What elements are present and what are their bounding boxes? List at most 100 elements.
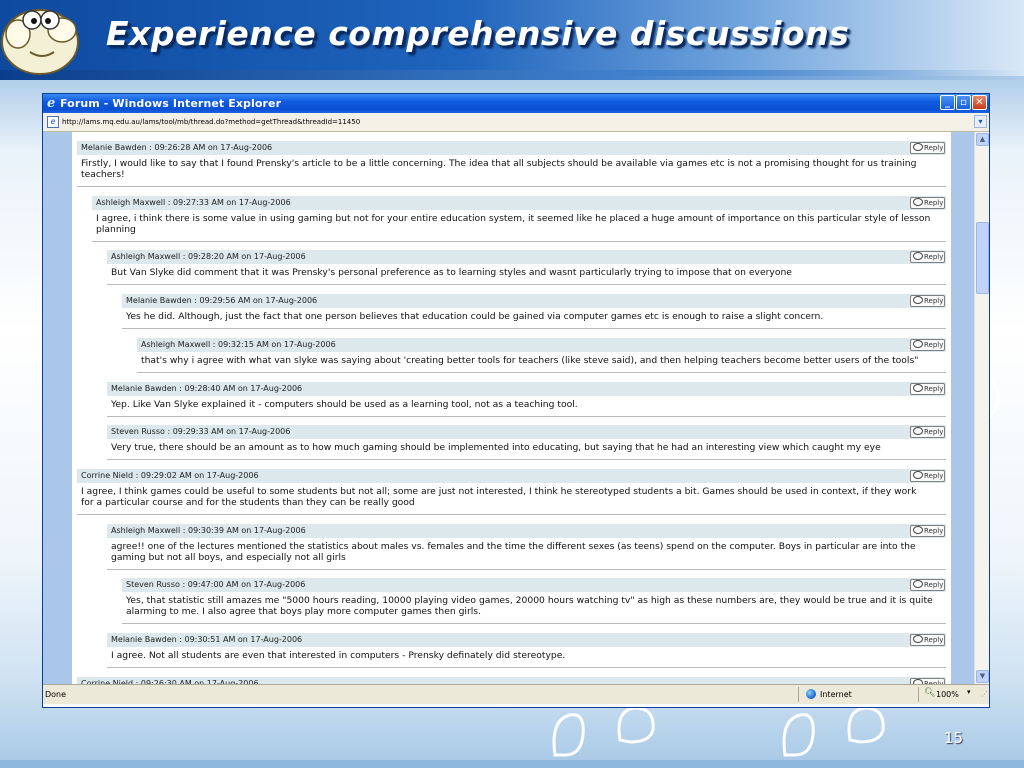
reply-button[interactable]: Reply	[910, 197, 945, 209]
reply-button[interactable]: Reply	[910, 470, 945, 482]
status-bar: Done Internet 🔍︎ 100% ▾ ⋰	[43, 684, 989, 704]
browser-window-title: Forum - Windows Internet Explorer	[60, 97, 282, 110]
maximize-button[interactable]: ▫	[956, 95, 971, 110]
post-body: Firstly, I would like to say that I foun…	[81, 158, 944, 180]
post-header: Ashleigh Maxwell : 09:27:33 AM on 17-Aug…	[92, 196, 946, 210]
reply-button[interactable]: Reply	[910, 295, 945, 307]
post-header: Corrine Nield : 09:29:02 AM on 17-Aug-20…	[77, 469, 946, 483]
post-author-timestamp: Melanie Bawden : 09:29:56 AM on 17-Aug-2…	[126, 296, 318, 305]
post-body-line: Firstly, I would like to say that I foun…	[81, 158, 917, 169]
reply-button-label: Reply	[924, 253, 944, 261]
post-body: I agree, i think there is some value in …	[96, 213, 944, 235]
post-body-line: Yes, that statistic still amazes me "500…	[126, 595, 933, 606]
post-divider	[77, 514, 946, 515]
status-divider	[918, 687, 919, 702]
post-body-line: I agree, i think there is some value in …	[96, 213, 931, 224]
reply-button[interactable]: Reply	[910, 634, 945, 646]
security-zone-label: Internet	[820, 690, 852, 699]
sheep-feet-decoration-icon	[782, 706, 885, 757]
post-body: Yes he did. Although, just the fact that…	[126, 311, 944, 322]
post-header: Melanie Bawden : 09:30:51 AM on 17-Aug-2…	[107, 633, 946, 647]
resize-grip-icon[interactable]: ⋰	[981, 690, 988, 698]
forum-thread: Melanie Bawden : 09:26:28 AM on 17-Aug-2…	[72, 132, 951, 684]
post-body-line: Very true, there should be an amount as …	[111, 442, 881, 453]
address-dropdown-icon[interactable]: ▾	[974, 115, 987, 128]
post-author-timestamp: Melanie Bawden : 09:28:40 AM on 17-Aug-2…	[111, 384, 303, 393]
post-body-line: Yes he did. Although, just the fact that…	[126, 311, 824, 322]
reply-button-label: Reply	[924, 428, 944, 436]
ie-logo-icon: e	[47, 96, 56, 111]
reply-button-label: Reply	[924, 341, 944, 349]
speech-bubble-icon	[913, 427, 923, 435]
reply-button[interactable]: Reply	[910, 339, 945, 351]
speech-bubble-icon	[913, 143, 923, 151]
reply-button-label: Reply	[924, 527, 944, 535]
post-body-line: that's why i agree with what van slyke w…	[141, 355, 919, 366]
post-header: Ashleigh Maxwell : 09:28:20 AM on 17-Aug…	[107, 250, 946, 264]
close-button[interactable]: ✕	[972, 95, 987, 110]
reply-button-label: Reply	[924, 144, 944, 152]
browser-titlebar[interactable]: e Forum - Windows Internet Explorer _ ▫ …	[43, 94, 989, 113]
reply-button[interactable]: Reply	[910, 579, 945, 591]
post-body: Yep. Like Van Slyke explained it - compu…	[111, 399, 944, 410]
post-author-timestamp: Melanie Bawden : 09:26:28 AM on 17-Aug-2…	[81, 143, 273, 152]
browser-window: e Forum - Windows Internet Explorer _ ▫ …	[42, 93, 990, 708]
post-divider	[107, 284, 946, 285]
status-divider	[798, 687, 799, 702]
post-body: Yes, that statistic still amazes me "500…	[126, 595, 944, 617]
page-right-border	[951, 132, 974, 684]
reply-button[interactable]: Reply	[910, 251, 945, 263]
address-url[interactable]: http://lams.mq.edu.au/lams/tool/mb/threa…	[62, 118, 360, 126]
speech-bubble-icon	[913, 340, 923, 348]
reply-button-label: Reply	[924, 636, 944, 644]
page-icon: e	[47, 116, 59, 128]
internet-zone-icon	[806, 689, 816, 699]
post-divider	[137, 372, 946, 373]
post-header: Corrine Nield : 09:26:30 AM on 17-Aug-20…	[77, 677, 946, 684]
reply-button[interactable]: Reply	[910, 383, 945, 395]
post-header: Melanie Bawden : 09:28:40 AM on 17-Aug-2…	[107, 382, 946, 396]
vertical-scrollbar[interactable]: ▲ ▼	[974, 132, 989, 684]
post-divider	[107, 569, 946, 570]
reply-button-label: Reply	[924, 385, 944, 393]
post-body: that's why i agree with what van slyke w…	[141, 355, 944, 366]
reply-button[interactable]: Reply	[910, 142, 945, 154]
post-author-timestamp: Corrine Nield : 09:29:02 AM on 17-Aug-20…	[81, 471, 259, 480]
post-divider	[122, 328, 946, 329]
post-body: Very true, there should be an amount as …	[111, 442, 944, 453]
reply-button-label: Reply	[924, 472, 944, 480]
post-body-line: for a particular course and for the stud…	[81, 497, 415, 508]
scroll-up-icon[interactable]: ▲	[976, 133, 989, 146]
slide-page-number: 15	[944, 729, 964, 747]
post-header: Steven Russo : 09:29:33 AM on 17-Aug-200…	[107, 425, 946, 439]
edge-curl-decoration-icon	[988, 376, 1000, 418]
address-bar[interactable]: e http://lams.mq.edu.au/lams/tool/mb/thr…	[43, 113, 989, 132]
post-author-timestamp: Melanie Bawden : 09:30:51 AM on 17-Aug-2…	[111, 635, 303, 644]
minimize-button[interactable]: _	[940, 95, 955, 110]
reply-button[interactable]: Reply	[910, 525, 945, 537]
speech-bubble-icon	[913, 252, 923, 260]
speech-bubble-icon	[913, 635, 923, 643]
post-header: Ashleigh Maxwell : 09:30:39 AM on 17-Aug…	[107, 524, 946, 538]
scroll-down-icon[interactable]: ▼	[976, 670, 989, 683]
post-header: Melanie Bawden : 09:26:28 AM on 17-Aug-2…	[77, 141, 946, 155]
post-divider	[77, 186, 946, 187]
speech-bubble-icon	[913, 296, 923, 304]
post-author-timestamp: Ashleigh Maxwell : 09:28:20 AM on 17-Aug…	[111, 252, 306, 261]
post-body-line: teachers!	[81, 169, 125, 180]
status-text: Done	[45, 690, 67, 699]
post-divider	[107, 667, 946, 668]
post-header: Ashleigh Maxwell : 09:32:15 AM on 17-Aug…	[137, 338, 946, 352]
post-body-line: alarming to me. I also agree that boys p…	[126, 606, 482, 617]
page-viewport: Melanie Bawden : 09:26:28 AM on 17-Aug-2…	[43, 132, 989, 684]
zoom-magnifier-icon[interactable]: 🔍︎	[924, 688, 935, 698]
post-body-line: Yep. Like Van Slyke explained it - compu…	[111, 399, 578, 410]
reply-button[interactable]: Reply	[910, 426, 945, 438]
post-body-line: gaming but not all boys, and especially …	[111, 552, 346, 563]
scrollbar-thumb[interactable]	[976, 222, 989, 294]
speech-bubble-icon	[913, 580, 923, 588]
speech-bubble-icon	[913, 384, 923, 392]
zoom-dropdown-icon[interactable]: ▾	[967, 688, 971, 696]
title-underline-strip	[0, 70, 1024, 80]
zoom-level[interactable]: 100%	[936, 690, 959, 699]
